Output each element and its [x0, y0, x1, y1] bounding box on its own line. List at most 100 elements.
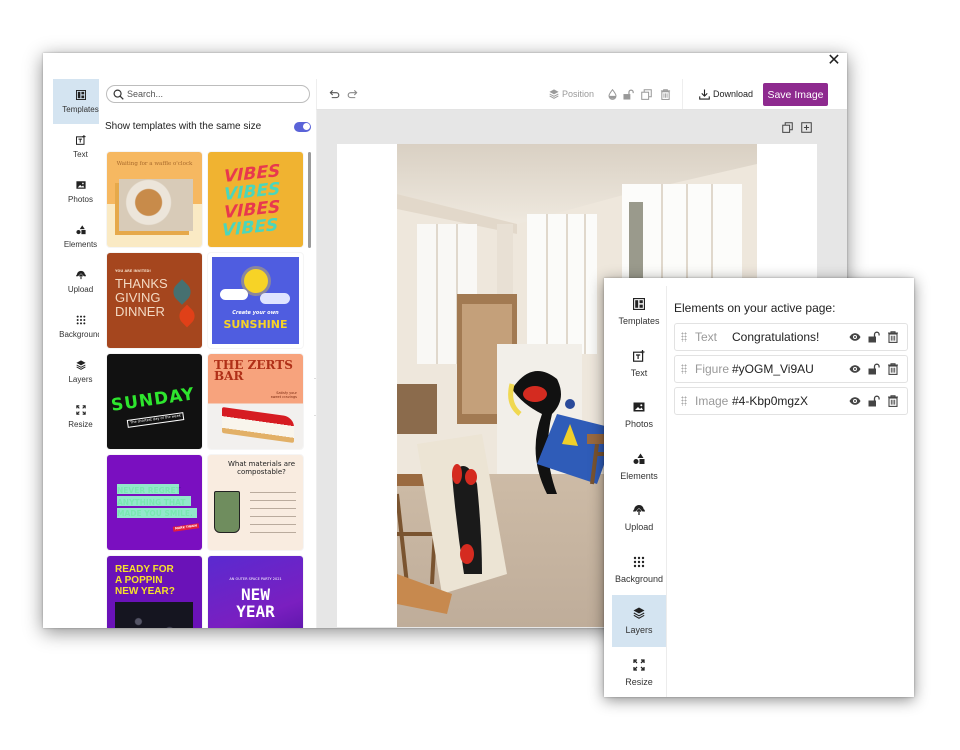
position-label: Position: [562, 89, 595, 99]
duplicate-icon: [641, 89, 652, 100]
template-text: MARK TWAIN: [172, 523, 200, 532]
drag-handle-icon[interactable]: [681, 332, 687, 342]
redo-button[interactable]: [347, 89, 358, 100]
template-text: SUNSHINE: [223, 318, 288, 331]
sidebar-item-label: Text: [73, 150, 88, 159]
save-image-button[interactable]: Save Image: [763, 83, 828, 106]
delete-button[interactable]: [660, 89, 671, 100]
text-icon: [76, 134, 86, 146]
template-card-never-regret[interactable]: NEVER REGRET ANYTHING THAT MADE YOU SMIL…: [107, 455, 202, 550]
sidebar-item-label: Templates: [62, 105, 99, 114]
cloud-shape: [220, 289, 248, 300]
layer-actions: [849, 363, 899, 375]
template-text: VIBES: [222, 215, 279, 241]
cloud-shape: [260, 293, 290, 304]
resize-icon: [76, 404, 86, 416]
elements-icon: [633, 452, 645, 466]
sidebar-item-layers[interactable]: Layers: [612, 595, 666, 647]
upload-icon: [76, 269, 86, 281]
drag-handle-icon[interactable]: [681, 364, 687, 374]
template-card-zerts-bar[interactable]: THE ZERTS BAR Satisfy your sweet craving…: [208, 354, 303, 449]
lock-open-icon[interactable]: [868, 331, 880, 343]
template-card-poppin-new-year[interactable]: READY FOR A POPPIN NEW YEAR?: [107, 556, 202, 628]
sidebar-item-resize[interactable]: Resize: [612, 647, 666, 698]
opacity-icon: [607, 89, 618, 100]
redo-icon: [347, 89, 358, 100]
sidebar-item-label: Background: [614, 573, 664, 584]
background-icon: [76, 314, 86, 326]
duplicate-button[interactable]: [641, 89, 652, 100]
lock-open-icon[interactable]: [868, 395, 880, 407]
sidebar-item-label: Elements: [620, 470, 658, 481]
lock-open-icon[interactable]: [868, 363, 880, 375]
template-card-sunshine[interactable]: Create your own SUNSHINE: [208, 253, 303, 348]
drag-handle-icon[interactable]: [681, 396, 687, 406]
same-size-row: Show templates with the same size: [105, 121, 311, 132]
download-label: Download: [713, 89, 754, 99]
sidebar-item-label: Photos: [624, 419, 654, 430]
template-text: SUNDAY: [109, 384, 197, 416]
sidebar-item-photos[interactable]: Photos: [612, 389, 666, 441]
sidebar-item-templates[interactable]: Templates: [612, 286, 666, 338]
leaf-decoration: [169, 279, 195, 305]
template-grid: Waiting for a waffle o'clock VIBES VIBES…: [107, 152, 305, 628]
template-card-sunday[interactable]: SUNDAY The shortest day of the week: [107, 354, 202, 449]
template-card-waffle[interactable]: Waiting for a waffle o'clock: [107, 152, 202, 247]
search-input[interactable]: [127, 89, 297, 99]
layer-name: #4-Kbp0mgzX: [732, 394, 809, 408]
templates-icon: [633, 297, 645, 311]
add-page-button[interactable]: [801, 122, 812, 133]
sidebar-item-label: Resize: [625, 676, 653, 687]
template-card-vibes[interactable]: VIBES VIBES VIBES VIBES: [208, 152, 303, 247]
close-button[interactable]: ✕: [827, 53, 841, 69]
template-card-new-year-party[interactable]: AN OUTER SPACE PARTY 2021 NEW YEAR 12.31…: [208, 556, 303, 628]
lock-button[interactable]: [623, 89, 634, 100]
duplicate-page-button[interactable]: [782, 122, 793, 133]
search-box[interactable]: [106, 85, 310, 103]
layer-row[interactable]: Figure #yOGM_Vi9AU: [674, 355, 908, 383]
eye-icon[interactable]: [849, 331, 861, 343]
template-card-compostable[interactable]: What materials are compostable?: [208, 455, 303, 550]
layer-type: Figure: [695, 362, 730, 376]
photos-icon: [76, 179, 86, 191]
sidebar-item-text[interactable]: Text: [612, 338, 666, 390]
layer-actions: [849, 331, 899, 343]
position-button[interactable]: Position: [549, 89, 594, 99]
add-page-icon: [801, 122, 812, 133]
highlight-bar: [117, 508, 197, 518]
sidebar-item-label: Text: [630, 367, 648, 378]
opacity-button[interactable]: [607, 89, 618, 100]
layer-actions: [849, 395, 899, 407]
template-text: THE ZERTS BAR: [214, 358, 293, 383]
layers-window: Templates Text Photos Elements Upload Ba…: [604, 278, 914, 697]
trash-icon[interactable]: [887, 395, 899, 407]
sidebar-item-upload[interactable]: Upload: [612, 492, 666, 544]
template-text: Create your own: [232, 310, 279, 316]
template-text: READY FOR A POPPIN NEW YEAR?: [115, 564, 175, 597]
eye-icon[interactable]: [849, 395, 861, 407]
eye-icon[interactable]: [849, 363, 861, 375]
trash-icon[interactable]: [887, 363, 899, 375]
close-icon: ✕: [827, 53, 841, 69]
template-text: Waiting for a waffle o'clock: [116, 161, 193, 167]
sidebar-item-label: Upload: [624, 522, 654, 533]
layer-row[interactable]: Text Congratulations!: [674, 323, 908, 351]
duplicate-icon: [782, 122, 793, 133]
layer-type: Text: [695, 330, 718, 344]
sidebar-item-elements[interactable]: Elements: [612, 441, 666, 493]
layers-icon: [633, 606, 645, 620]
trash-icon: [660, 89, 671, 100]
template-card-thanksgiving[interactable]: YOU ARE INVITED! THANKS GIVING DINNER: [107, 253, 202, 348]
sidebar-item-label: Background: [59, 330, 102, 339]
download-button[interactable]: Download: [699, 89, 753, 100]
sidebar-item-background[interactable]: Background: [612, 544, 666, 596]
undo-button[interactable]: [329, 89, 340, 100]
layer-row[interactable]: Image #4-Kbp0mgzX: [674, 387, 908, 415]
same-size-toggle[interactable]: [294, 121, 311, 132]
layer-name: Congratulations!: [732, 330, 820, 344]
trash-icon[interactable]: [887, 331, 899, 343]
template-scrollbar[interactable]: [308, 152, 311, 248]
template-text: AN OUTER SPACE PARTY 2021: [229, 577, 282, 581]
template-image: [119, 179, 193, 231]
text-icon: [633, 349, 645, 363]
